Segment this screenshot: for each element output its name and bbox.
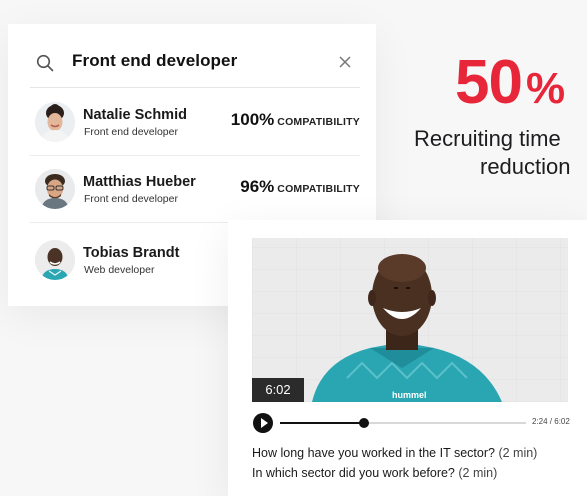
search-input[interactable]: Front end developer (72, 51, 237, 71)
avatar (35, 240, 75, 280)
compatibility-score: 100% COMPATIBILITY (231, 110, 360, 130)
close-icon[interactable] (338, 55, 352, 69)
compatibility-percent: 100% (230, 110, 275, 129)
question-duration: (2 min) (498, 446, 538, 460)
video-duration-badge: 6:02 (252, 378, 304, 402)
candidate-role: Front end developer (84, 126, 178, 138)
candidate-role: Web developer (84, 264, 155, 276)
avatar (35, 102, 75, 142)
video-time-readout: 2:24 / 6:02 (532, 417, 570, 426)
interview-question: In which sector did you work before? (2 … (252, 466, 497, 480)
video-progress-bar[interactable] (280, 418, 526, 428)
jersey-brand-text: hummel (392, 390, 427, 400)
candidate-name: Natalie Schmid (83, 107, 187, 123)
stat-caption-line2: reduction (480, 154, 571, 179)
candidate-role: Front end developer (84, 193, 178, 205)
candidate-row-matthias-hueber[interactable]: Matthias Hueber Front end developer 96% C… (30, 157, 360, 223)
video-player[interactable]: hummel 6:02 (252, 238, 568, 402)
stat-number: 50 (455, 48, 523, 117)
compatibility-score: 96% COMPATIBILITY (240, 177, 360, 197)
video-interview-card: hummel 6:02 2:24 / 6:02 How long have yo… (228, 220, 587, 496)
candidate-row-natalie-schmid[interactable]: Natalie Schmid Front end developer 100% C… (30, 90, 360, 156)
question-text: In which sector did you work before? (252, 466, 455, 480)
stat-value: 50% (455, 52, 565, 114)
compatibility-percent: 96% (240, 177, 275, 196)
stat-caption-line1: Recruiting time (414, 126, 561, 151)
search-bar[interactable]: Front end developer (30, 34, 360, 88)
compatibility-label: COMPATIBILITY (277, 116, 360, 128)
candidate-name: Tobias Brandt (83, 245, 180, 261)
video-progress-handle[interactable] (358, 418, 369, 428)
question-text: How long have you worked in the IT secto… (252, 446, 495, 460)
search-icon (36, 54, 54, 72)
candidate-name: Matthias Hueber (83, 174, 196, 190)
play-button[interactable] (253, 413, 273, 433)
compatibility-label: COMPATIBILITY (277, 183, 360, 195)
stat-unit: % (525, 64, 565, 113)
video-progress-fill (280, 422, 364, 424)
question-duration: (2 min) (458, 466, 498, 480)
interview-question: How long have you worked in the IT secto… (252, 446, 537, 460)
avatar (35, 169, 75, 209)
